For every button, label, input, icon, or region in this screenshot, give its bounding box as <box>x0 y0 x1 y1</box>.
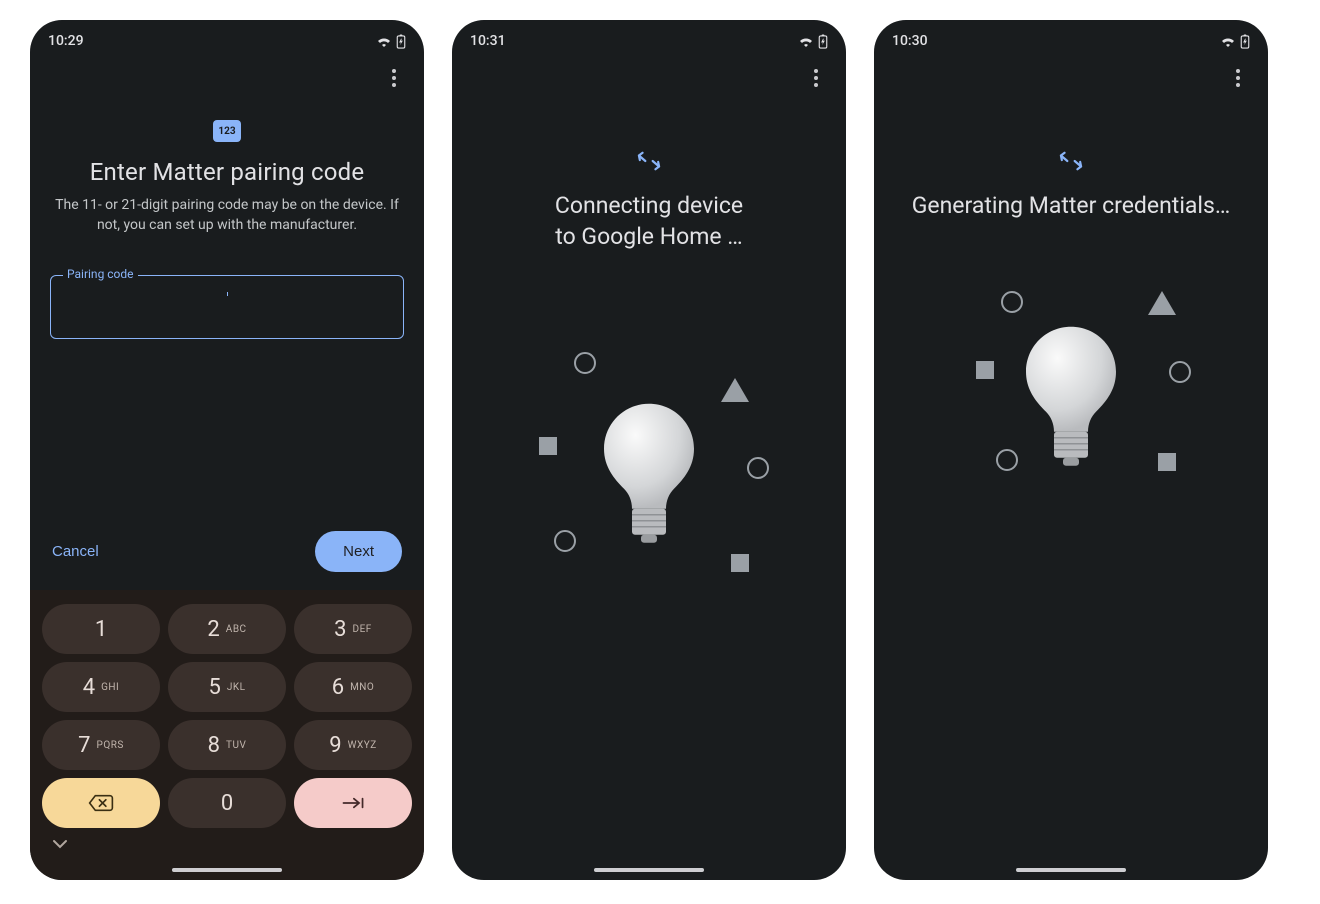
top-bar <box>452 56 846 100</box>
connecting-icon <box>1057 150 1085 172</box>
status-icons <box>1220 34 1250 49</box>
main-content: Generating Matter credentials… <box>874 100 1268 880</box>
decor-triangle <box>721 378 749 402</box>
decor-circle <box>574 352 596 374</box>
decor-square <box>731 554 749 572</box>
more-options-icon[interactable] <box>376 60 412 96</box>
decor-circle <box>747 457 769 479</box>
key-9[interactable]: 9WXYZ <box>294 720 412 770</box>
key-0[interactable]: 0 <box>168 778 286 828</box>
decor-square <box>976 361 994 379</box>
key-3[interactable]: 3DEF <box>294 604 412 654</box>
key-8[interactable]: 8TUV <box>168 720 286 770</box>
next-button[interactable]: Next <box>315 531 402 572</box>
decor-square <box>539 437 557 455</box>
more-options-icon[interactable] <box>798 60 834 96</box>
battery-icon <box>396 34 406 49</box>
keyboard-collapse-row <box>42 834 412 854</box>
status-bar: 10:31 <box>452 20 846 56</box>
decor-circle <box>996 449 1018 471</box>
key-2[interactable]: 2ABC <box>168 604 286 654</box>
enter-icon <box>340 796 366 810</box>
phone-screen-pairing-code: 10:29 123 Enter Matter pairing code The … <box>30 20 424 880</box>
status-icons <box>376 34 406 49</box>
wifi-icon <box>376 35 392 47</box>
pairing-code-icon: 123 <box>213 120 241 142</box>
page-title: Enter Matter pairing code <box>50 158 404 186</box>
text-cursor <box>227 292 228 296</box>
lightbulb-icon <box>599 399 699 559</box>
status-time: 10:30 <box>892 33 928 49</box>
home-indicator[interactable] <box>594 868 704 872</box>
chevron-down-icon[interactable] <box>52 839 68 849</box>
key-6[interactable]: 6MNO <box>294 662 412 712</box>
home-indicator[interactable] <box>1016 868 1126 872</box>
phone-screen-connecting: 10:31 Connecting device to Google Home … <box>452 20 846 880</box>
key-4[interactable]: 4GHI <box>42 662 160 712</box>
status-time: 10:31 <box>470 33 506 49</box>
more-options-icon[interactable] <box>1220 60 1256 96</box>
top-bar <box>874 56 1268 100</box>
decor-triangle <box>1148 291 1176 315</box>
pairing-code-input[interactable]: Pairing code <box>50 275 404 339</box>
battery-icon <box>818 34 828 49</box>
cancel-button[interactable]: Cancel <box>52 543 99 560</box>
lightbulb-icon <box>1021 322 1121 482</box>
input-label: Pairing code <box>63 267 138 281</box>
bulb-illustration <box>519 352 779 612</box>
numeric-keypad: 1 2ABC 3DEF 4GHI 5JKL 6MNO 7PQRS 8TUV 9W… <box>30 590 424 880</box>
decor-square <box>1158 453 1176 471</box>
key-enter[interactable] <box>294 778 412 828</box>
status-time: 10:29 <box>48 33 84 49</box>
key-1[interactable]: 1 <box>42 604 160 654</box>
top-bar <box>30 56 424 100</box>
page-title: Connecting device to Google Home … <box>555 190 743 252</box>
battery-icon <box>1240 34 1250 49</box>
home-indicator[interactable] <box>172 868 282 872</box>
wifi-icon <box>1220 35 1236 47</box>
main-content: Connecting device to Google Home … <box>452 100 846 880</box>
status-bar: 10:30 <box>874 20 1268 56</box>
backspace-icon <box>88 794 114 812</box>
action-row: Cancel Next <box>50 511 404 590</box>
page-subtitle: The 11- or 21-digit pairing code may be … <box>50 196 404 235</box>
bulb-illustration <box>941 291 1201 551</box>
wifi-icon <box>798 35 814 47</box>
page-title: Generating Matter credentials… <box>912 190 1231 221</box>
key-backspace[interactable] <box>42 778 160 828</box>
key-7[interactable]: 7PQRS <box>42 720 160 770</box>
connecting-icon <box>635 150 663 172</box>
phone-screen-generating: 10:30 Generating Matter credentials… <box>874 20 1268 880</box>
decor-circle <box>1169 361 1191 383</box>
status-bar: 10:29 <box>30 20 424 56</box>
decor-circle <box>554 530 576 552</box>
main-content: 123 Enter Matter pairing code The 11- or… <box>30 100 424 590</box>
decor-circle <box>1001 291 1023 313</box>
key-5[interactable]: 5JKL <box>168 662 286 712</box>
status-icons <box>798 34 828 49</box>
